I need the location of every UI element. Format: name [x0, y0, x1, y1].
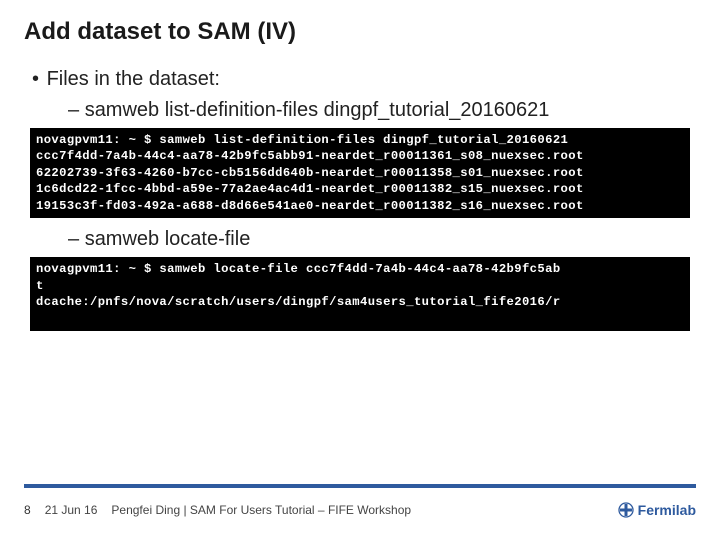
- bullet-level2-cmd1: samweb list-definition-files dingpf_tuto…: [68, 99, 696, 122]
- prompt: novagpvm11: ~ $: [36, 133, 159, 147]
- fermilab-logo-icon: [618, 502, 634, 518]
- page-title: Add dataset to SAM (IV): [24, 18, 696, 46]
- slide: Add dataset to SAM (IV) Files in the dat…: [0, 0, 720, 540]
- terminal-output-2: novagpvm11: ~ $ samweb locate-file ccc7f…: [30, 257, 690, 331]
- bullet-level1: Files in the dataset:: [32, 68, 696, 91]
- terminal-line: t: [36, 279, 44, 293]
- bullet-level2-cmd2: samweb locate-file: [68, 228, 696, 251]
- footer-left: 8 21 Jun 16 Pengfei Ding | SAM For Users…: [24, 503, 411, 517]
- fermilab-logo: Fermilab: [618, 502, 696, 518]
- terminal-line: ccc7f4dd-7a4b-44c4-aa78-42b9fc5abb91-nea…: [36, 149, 584, 163]
- terminal-line: 62202739-3f63-4260-b7cc-cb5156dd640b-nea…: [36, 166, 584, 180]
- footer-author: Pengfei Ding | SAM For Users Tutorial – …: [111, 503, 411, 517]
- footer-date: 21 Jun 16: [45, 503, 98, 517]
- terminal-cmd: samweb locate-file ccc7f4dd-7a4b-44c4-aa…: [159, 262, 560, 276]
- fermilab-logo-text: Fermilab: [638, 502, 696, 518]
- terminal-line: 19153c3f-fd03-492a-a688-d8d66e541ae0-nea…: [36, 199, 584, 213]
- terminal-line: dcache:/pnfs/nova/scratch/users/dingpf/s…: [36, 295, 561, 309]
- terminal-line: 1c6dcd22-1fcc-4bbd-a59e-77a2ae4ac4d1-nea…: [36, 182, 584, 196]
- footer: 8 21 Jun 16 Pengfei Ding | SAM For Users…: [24, 502, 696, 518]
- terminal-output-1: novagpvm11: ~ $ samweb list-definition-f…: [30, 128, 690, 218]
- terminal-cmd: samweb list-definition-files dingpf_tuto…: [159, 133, 568, 147]
- footer-divider: [24, 484, 696, 488]
- page-number: 8: [24, 503, 31, 517]
- prompt: novagpvm11: ~ $: [36, 262, 159, 276]
